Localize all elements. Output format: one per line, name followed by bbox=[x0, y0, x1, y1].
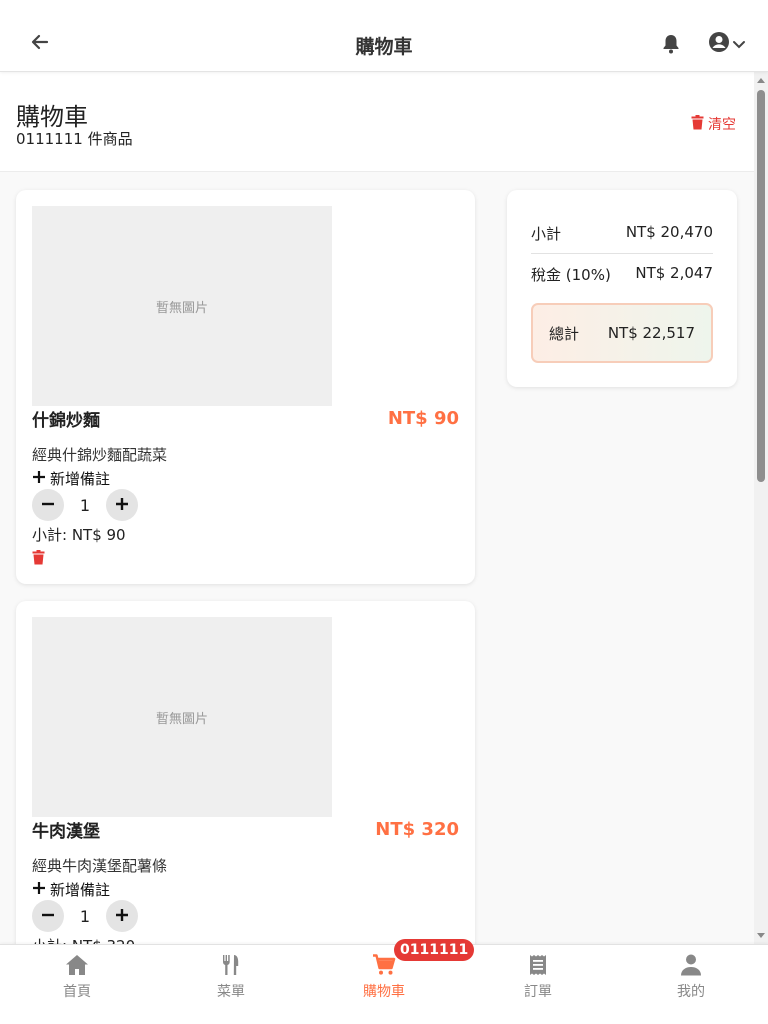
minus-icon bbox=[41, 907, 55, 926]
quantity-value: 1 bbox=[79, 906, 91, 926]
quantity-value: 1 bbox=[79, 495, 91, 515]
bottom-navigation: 首頁 菜單 購物車 訂單 我的 bbox=[0, 944, 768, 1024]
summary-subtotal-row: 小計 NT$ 20,470 bbox=[531, 223, 713, 244]
receipt-icon bbox=[526, 953, 550, 977]
nav-item-menu[interactable]: 菜單 bbox=[154, 945, 308, 1024]
remove-item-trash-icon[interactable] bbox=[32, 550, 46, 566]
utensils-icon bbox=[219, 953, 243, 977]
account-menu-button[interactable] bbox=[708, 31, 748, 57]
product-image-placeholder: 暫無圖片 bbox=[32, 206, 332, 406]
order-summary-card: 小計 NT$ 20,470 稅金 (10%) NT$ 2,047 總計 NT$ … bbox=[507, 190, 737, 387]
nav-label: 菜單 bbox=[217, 984, 245, 1000]
plus-icon bbox=[115, 496, 129, 515]
nav-label: 我的 bbox=[677, 984, 705, 1000]
summary-total-label: 總計 bbox=[549, 324, 580, 343]
bell-icon[interactable] bbox=[661, 33, 683, 55]
person-icon bbox=[679, 953, 703, 977]
plus-icon bbox=[32, 881, 46, 899]
scroll-up-arrow-icon[interactable] bbox=[757, 78, 765, 83]
clear-cart-button[interactable]: 清空 bbox=[691, 114, 736, 134]
item-description: 經典牛肉漢堡配薯條 bbox=[32, 857, 168, 875]
add-note-button[interactable]: 新增備註 bbox=[32, 468, 110, 489]
nav-label: 首頁 bbox=[63, 984, 91, 1000]
trash-icon bbox=[691, 114, 704, 134]
item-price: NT$ 90 bbox=[387, 408, 459, 429]
increase-quantity-button[interactable] bbox=[106, 900, 138, 932]
add-note-button[interactable]: 新增備註 bbox=[32, 879, 110, 900]
item-count: 0111111 件商品 bbox=[16, 130, 133, 148]
cart-count-badge: 0111111 bbox=[394, 939, 475, 961]
nav-item-home[interactable]: 首頁 bbox=[0, 945, 154, 1024]
item-subtotal: 小計: NT$ 320 bbox=[32, 935, 135, 944]
item-description: 經典什錦炒麵配蔬菜 bbox=[32, 446, 168, 464]
cart-item-card: 暫無圖片 什錦炒麵 NT$ 90 經典什錦炒麵配蔬菜 新增備註 1 小計: NT… bbox=[16, 190, 475, 584]
image-placeholder-text: 暫無圖片 bbox=[155, 300, 208, 316]
summary-subtotal-value: NT$ 20,470 bbox=[625, 223, 713, 241]
scrollbar[interactable] bbox=[754, 72, 768, 944]
item-name: 什錦炒麵 bbox=[32, 411, 100, 431]
divider bbox=[531, 253, 713, 254]
summary-subtotal-label: 小計 bbox=[531, 225, 562, 243]
chevron-down-icon bbox=[732, 35, 746, 54]
product-image-placeholder: 暫無圖片 bbox=[32, 617, 332, 817]
clear-label: 清空 bbox=[708, 117, 736, 133]
increase-quantity-button[interactable] bbox=[106, 489, 138, 521]
summary-tax-value: NT$ 2,047 bbox=[635, 264, 713, 282]
summary-total-value: NT$ 22,517 bbox=[607, 324, 695, 342]
item-name: 牛肉漢堡 bbox=[32, 822, 100, 842]
cart-icon bbox=[372, 953, 396, 977]
cart-item-card: 暫無圖片 牛肉漢堡 NT$ 320 經典牛肉漢堡配薯條 新增備註 1 小計: N… bbox=[16, 601, 475, 944]
summary-tax-row: 稅金 (10%) NT$ 2,047 bbox=[531, 264, 713, 285]
add-note-label: 新增備註 bbox=[50, 470, 111, 488]
summary-tax-label: 稅金 (10%) bbox=[531, 266, 611, 284]
quantity-stepper: 1 bbox=[32, 900, 138, 932]
account-circle-icon bbox=[708, 31, 730, 57]
summary-total-box: 總計 NT$ 22,517 bbox=[531, 303, 713, 363]
nav-item-orders[interactable]: 訂單 bbox=[461, 945, 615, 1024]
nav-item-profile[interactable]: 我的 bbox=[614, 945, 768, 1024]
minus-icon bbox=[41, 496, 55, 515]
plus-icon bbox=[32, 470, 46, 488]
nav-label: 訂單 bbox=[524, 984, 552, 1000]
home-icon bbox=[65, 953, 89, 977]
page-title: 購物車 bbox=[16, 103, 88, 131]
item-price: NT$ 320 bbox=[375, 819, 459, 840]
image-placeholder-text: 暫無圖片 bbox=[155, 711, 208, 727]
nav-label: 購物車 bbox=[363, 984, 405, 1000]
scrollbar-thumb[interactable] bbox=[757, 90, 765, 482]
item-subtotal: 小計: NT$ 90 bbox=[32, 526, 126, 544]
decrease-quantity-button[interactable] bbox=[32, 900, 64, 932]
cart-content: 暫無圖片 什錦炒麵 NT$ 90 經典什錦炒麵配蔬菜 新增備註 1 小計: NT… bbox=[0, 172, 754, 944]
quantity-stepper: 1 bbox=[32, 489, 138, 521]
app-bar: 購物車 bbox=[0, 0, 768, 72]
app-bar-title: 購物車 bbox=[355, 36, 413, 58]
plus-icon bbox=[115, 907, 129, 926]
add-note-label: 新增備註 bbox=[50, 881, 111, 899]
decrease-quantity-button[interactable] bbox=[32, 489, 64, 521]
scroll-down-arrow-icon[interactable] bbox=[757, 933, 765, 938]
cart-header: 購物車 0111111 件商品 清空 bbox=[0, 72, 768, 172]
